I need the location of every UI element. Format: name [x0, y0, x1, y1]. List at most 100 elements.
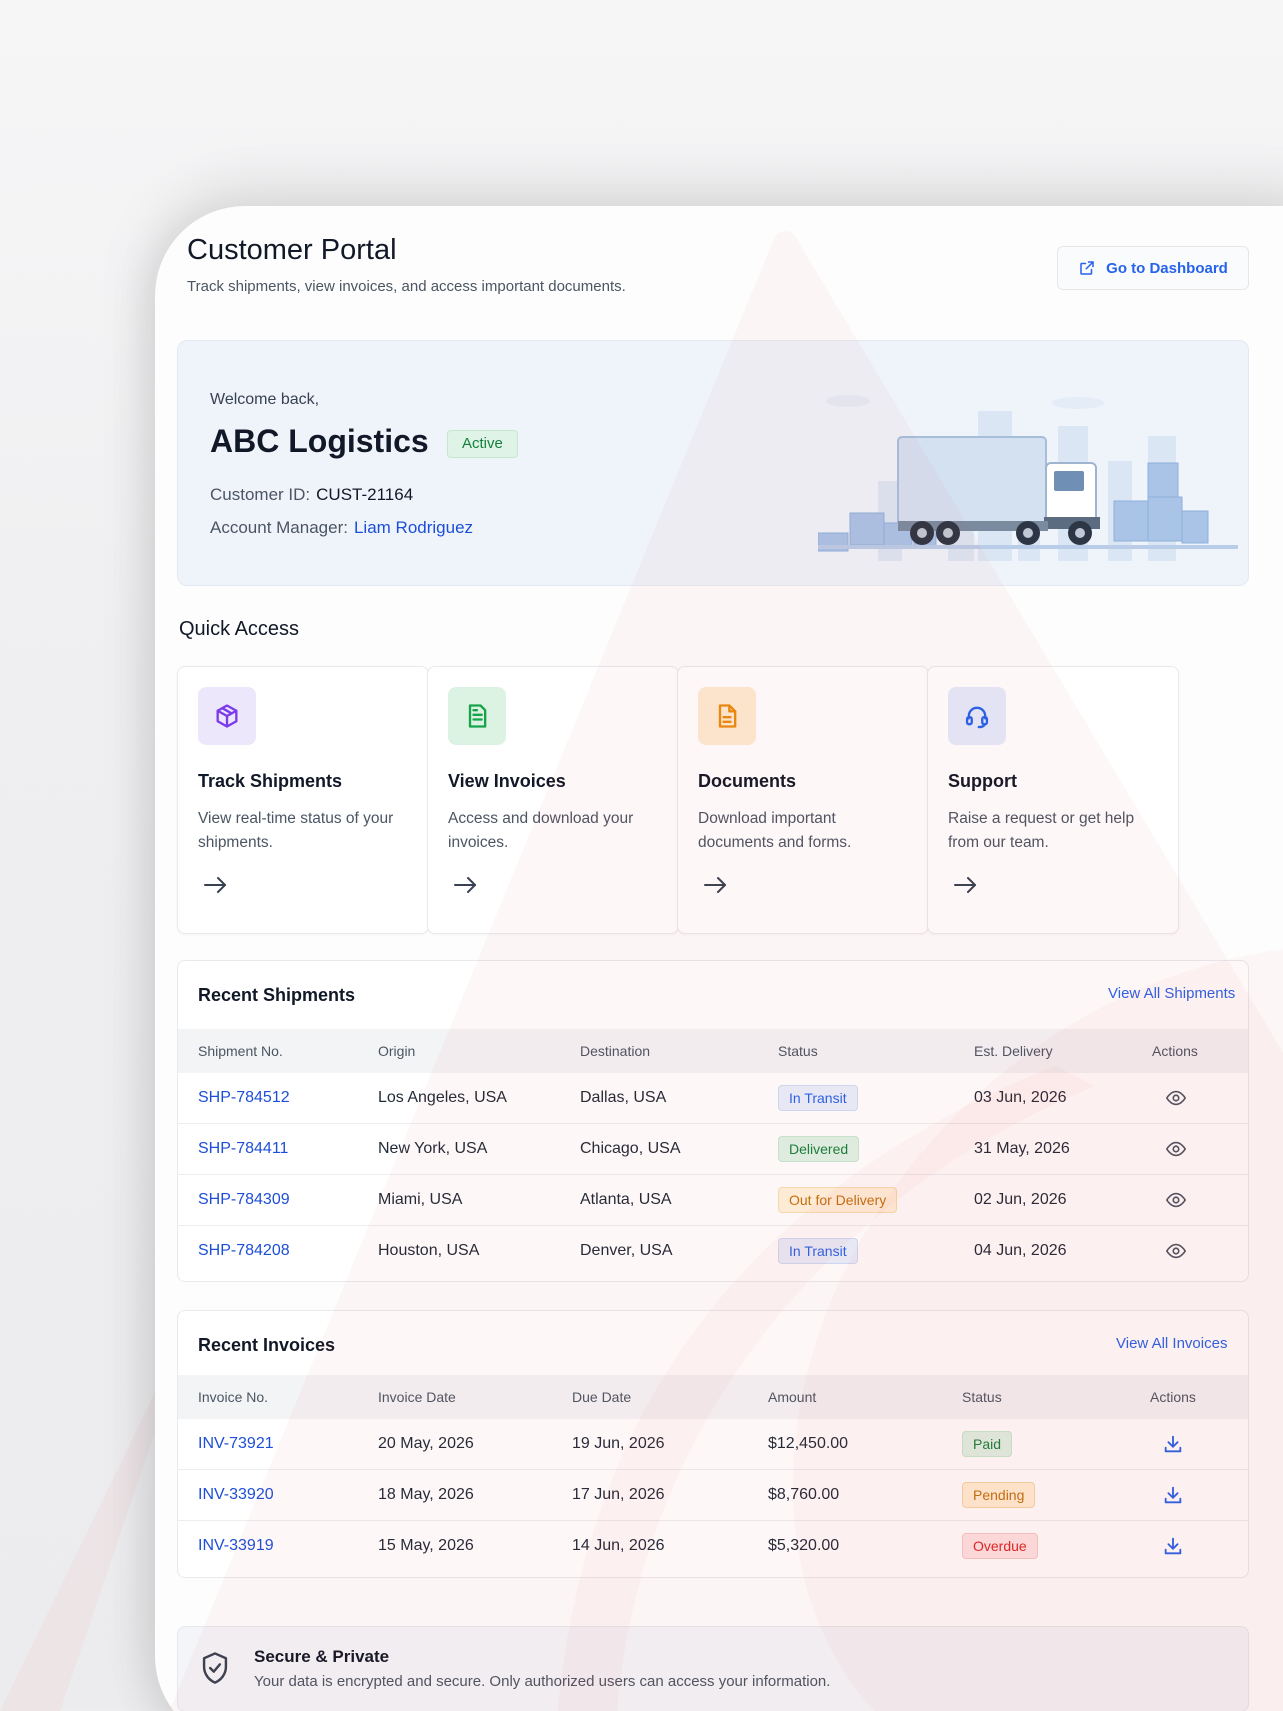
invoice-icon [448, 687, 506, 745]
page-title: Customer Portal [187, 234, 397, 266]
page-subtitle: Track shipments, view invoices, and acce… [187, 278, 626, 295]
column-header: Due Date [572, 1389, 632, 1405]
shipment-id-link[interactable]: SHP-784411 [198, 1140, 288, 1158]
table-header: Shipment No. Origin Destination Status E… [178, 1029, 1248, 1073]
table-row: SHP-784411 New York, USA Chicago, USA De… [178, 1124, 1248, 1175]
destination-cell: Dallas, USA [580, 1089, 667, 1106]
customer-id: Customer ID: CUST-21164 [210, 485, 413, 505]
recent-shipments-panel: Recent Shipments View All Shipments Ship… [177, 960, 1249, 1282]
quick-access-card-track-shipments[interactable]: Track Shipments View real-time status of… [177, 666, 429, 934]
card-description: View real-time status of your shipments. [198, 810, 394, 851]
origin-cell: New York, USA [378, 1140, 488, 1157]
amount-cell: $12,450.00 [768, 1435, 849, 1452]
table-row: SHP-784512 Los Angeles, USA Dallas, USA … [178, 1073, 1248, 1124]
card-title: Track Shipments [198, 771, 343, 791]
account-manager: Account Manager: Liam Rodriguez [210, 518, 473, 538]
destination-cell: Atlanta, USA [580, 1191, 672, 1208]
shield-check-icon [202, 1652, 228, 1684]
destination-cell: Chicago, USA [580, 1140, 681, 1157]
card-description: Access and download your invoices. [448, 810, 634, 851]
quick-access-card-documents[interactable]: Documents Download important documents a… [677, 666, 929, 934]
arrow-right-icon[interactable] [702, 875, 730, 895]
view-all-shipments-link[interactable]: View All Shipments [1108, 985, 1235, 1002]
due-date-cell: 19 Jun, 2026 [572, 1435, 665, 1452]
company-name: ABC Logistics [210, 423, 429, 459]
origin-cell: Houston, USA [378, 1242, 480, 1259]
portal-window: Customer Portal Track shipments, view in… [155, 206, 1283, 1711]
shipment-id-link[interactable]: SHP-784512 [198, 1089, 290, 1107]
column-header: Status [778, 1043, 818, 1059]
amount-cell: $5,320.00 [768, 1537, 840, 1554]
truck-illustration [818, 395, 1238, 561]
card-description: Raise a request or get help from our tea… [948, 810, 1135, 851]
box-icon [198, 687, 256, 745]
table-row: INV-33919 15 May, 2026 14 Jun, 2026 $5,3… [178, 1521, 1248, 1572]
status-badge: Out for Delivery [778, 1187, 898, 1213]
arrow-right-icon[interactable] [202, 875, 230, 895]
account-manager-link[interactable]: Liam Rodriguez [354, 518, 473, 537]
column-header: Invoice No. [198, 1389, 269, 1405]
document-icon [698, 687, 756, 745]
account-manager-label: Account Manager: [210, 518, 348, 537]
column-header: Destination [580, 1043, 651, 1059]
invoice-date-cell: 20 May, 2026 [378, 1435, 474, 1452]
download-icon[interactable] [1162, 1535, 1184, 1557]
amount-cell: $8,760.00 [768, 1486, 840, 1503]
headset-icon [948, 687, 1006, 745]
recent-shipments-title: Recent Shipments [198, 985, 356, 1005]
table-row: INV-73921 20 May, 2026 19 Jun, 2026 $12,… [178, 1419, 1248, 1470]
secure-text: Your data is encrypted and secure. Only … [254, 1673, 831, 1690]
secure-title: Secure & Private [254, 1647, 390, 1666]
due-date-cell: 17 Jun, 2026 [572, 1486, 665, 1503]
column-header: Shipment No. [198, 1043, 283, 1059]
invoice-date-cell: 18 May, 2026 [378, 1486, 474, 1503]
origin-cell: Miami, USA [378, 1191, 463, 1208]
status-badge: Overdue [962, 1533, 1038, 1559]
table-header: Invoice No. Invoice Date Due Date Amount… [178, 1375, 1248, 1419]
welcome-banner: Welcome back, ABC Logistics Active Custo… [177, 340, 1249, 586]
customer-id-label: Customer ID: [210, 485, 311, 504]
eye-icon[interactable] [1165, 1189, 1187, 1211]
secure-notice: Secure & Private Your data is encrypted … [177, 1626, 1249, 1711]
download-icon[interactable] [1162, 1433, 1184, 1455]
column-header: Status [962, 1389, 1002, 1405]
column-header: Amount [768, 1389, 817, 1405]
table-row: INV-33920 18 May, 2026 17 Jun, 2026 $8,7… [178, 1470, 1248, 1521]
eta-cell: 02 Jun, 2026 [974, 1191, 1067, 1208]
column-header: Origin [378, 1043, 416, 1059]
origin-cell: Los Angeles, USA [378, 1089, 507, 1106]
download-icon[interactable] [1162, 1484, 1184, 1506]
destination-cell: Denver, USA [580, 1242, 673, 1259]
column-header: Actions [1152, 1043, 1198, 1059]
eye-icon[interactable] [1165, 1087, 1187, 1109]
welcome-greeting: Welcome back, [210, 391, 320, 408]
eye-icon[interactable] [1165, 1240, 1187, 1262]
status-badge: Paid [962, 1431, 1013, 1457]
view-all-invoices-link[interactable]: View All Invoices [1116, 1335, 1227, 1352]
go-to-dashboard-label: Go to Dashboard [1106, 259, 1228, 277]
shipment-id-link[interactable]: SHP-784309 [198, 1191, 290, 1209]
quick-access-title: Quick Access [179, 618, 300, 640]
eye-icon[interactable] [1165, 1138, 1187, 1160]
external-link-icon [1080, 261, 1094, 275]
eta-cell: 31 May, 2026 [974, 1140, 1070, 1157]
invoice-date-cell: 15 May, 2026 [378, 1537, 474, 1554]
status-badge: In Transit [778, 1085, 858, 1111]
arrow-right-icon[interactable] [952, 875, 980, 895]
invoice-id-link[interactable]: INV-33920 [198, 1486, 274, 1504]
status-badge: Active [447, 430, 518, 458]
quick-access-card-view-invoices[interactable]: View Invoices Access and download your i… [427, 666, 679, 934]
go-to-dashboard-button[interactable]: Go to Dashboard [1057, 246, 1249, 290]
eta-cell: 03 Jun, 2026 [974, 1089, 1067, 1106]
shipment-id-link[interactable]: SHP-784208 [198, 1242, 290, 1260]
quick-access-card-support[interactable]: Support Raise a request or get help from… [927, 666, 1179, 934]
column-header: Actions [1150, 1389, 1196, 1405]
card-title: Support [948, 771, 1017, 791]
card-title: View Invoices [448, 771, 566, 791]
invoice-id-link[interactable]: INV-33919 [198, 1537, 274, 1555]
arrow-right-icon[interactable] [452, 875, 480, 895]
status-badge: Delivered [778, 1136, 860, 1162]
table-row: SHP-784208 Houston, USA Denver, USA In T… [178, 1226, 1248, 1277]
due-date-cell: 14 Jun, 2026 [572, 1537, 665, 1554]
invoice-id-link[interactable]: INV-73921 [198, 1435, 274, 1453]
